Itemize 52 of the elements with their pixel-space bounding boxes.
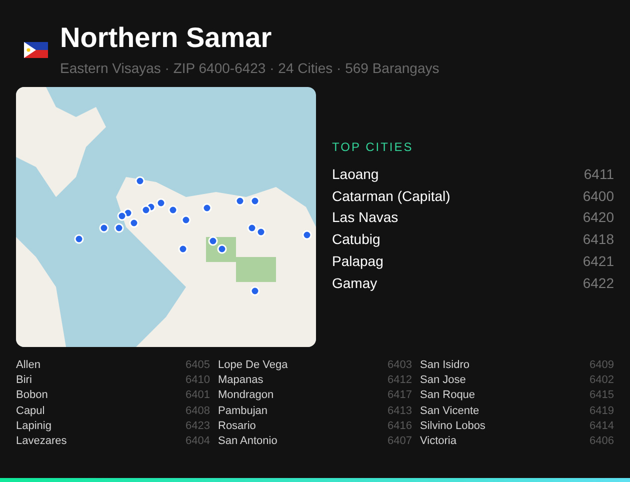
city-name: Biri <box>16 373 32 388</box>
city-name: San Jose <box>420 373 466 388</box>
zip-code: 6417 <box>388 388 412 404</box>
zip-code: 6418 <box>582 230 614 250</box>
zip-code: 6420 <box>582 208 614 228</box>
zip-code: 6409 <box>590 358 614 373</box>
zip-code: 6421 <box>582 252 614 271</box>
city-name: Gamay <box>332 274 378 293</box>
city-name: San Roque <box>420 388 476 404</box>
zip-code: 6401 <box>186 388 210 404</box>
flag-icon <box>24 42 48 58</box>
zip-code: 6411 <box>584 165 614 184</box>
city-name: Las Navas <box>332 208 398 228</box>
city-name: Allen <box>16 358 40 373</box>
city-name: Mapanas <box>218 373 264 388</box>
zip-code: 6403 <box>388 358 412 373</box>
city-name: Lapinig <box>16 418 52 434</box>
zip-code: 6404 <box>186 434 210 450</box>
zip-code: 6405 <box>186 358 210 373</box>
city-name: Lavezares <box>16 434 67 450</box>
zip-code: 6410 <box>186 373 210 388</box>
city-name: Pambujan <box>218 404 268 419</box>
city-name: Silvino Lobos <box>420 418 486 434</box>
city-name: Lope De Vega <box>218 358 288 373</box>
page-title: Northern Samar <box>60 22 273 54</box>
city-name: Bobon <box>16 388 48 404</box>
city-name: San Antonio <box>218 434 278 450</box>
zip-code: 6402 <box>590 373 614 388</box>
zip-code: 6415 <box>590 388 614 404</box>
zip-code: 6408 <box>186 404 210 419</box>
zip-code: 6406 <box>590 434 614 450</box>
city-name: San Isidro <box>420 358 470 373</box>
city-name: Laoang <box>332 165 379 184</box>
zip-code: 6412 <box>388 373 412 388</box>
city-name: Catarman (Capital) <box>332 186 450 206</box>
zip-code: 6422 <box>582 274 614 293</box>
section-heading: TOP CITIES <box>332 140 414 154</box>
zip-code: 6416 <box>388 418 412 434</box>
city-name: San Vicente <box>420 404 480 419</box>
city-name: Rosario <box>218 418 256 434</box>
zip-code: 6419 <box>590 404 614 419</box>
zip-code: 6413 <box>388 404 412 419</box>
zip-code: 6423 <box>186 418 210 434</box>
zip-code: 6407 <box>388 434 412 450</box>
city-name: Victoria <box>420 434 456 450</box>
city-name: Palapag <box>332 252 384 271</box>
zip-code: 6414 <box>590 418 614 434</box>
subtitle: Eastern Visayas · ZIP 6400-6423 · 24 Cities · 569 Barangays <box>60 59 440 77</box>
zip-code: 6400 <box>582 186 614 206</box>
city-name: Mondragon <box>218 388 274 404</box>
city-name: Capul <box>16 404 45 419</box>
city-name: Catubig <box>332 230 380 250</box>
